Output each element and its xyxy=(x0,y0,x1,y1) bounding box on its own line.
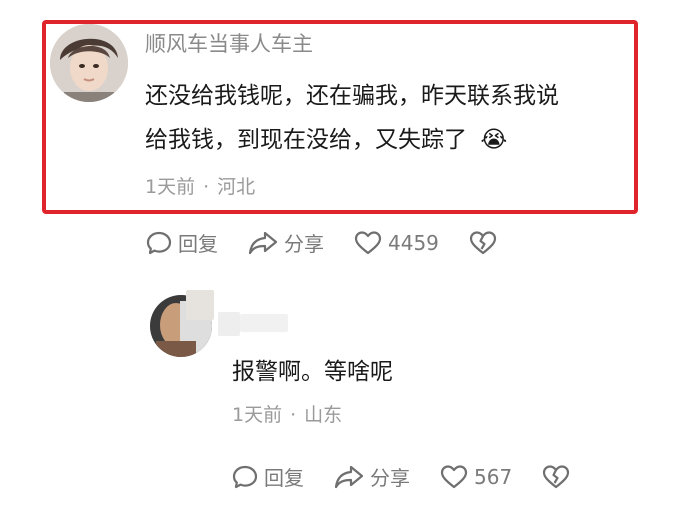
username[interactable]: 顺风车当事人车主 xyxy=(145,28,313,58)
reply-button[interactable]: 回复 xyxy=(146,228,218,257)
meta-separator: · xyxy=(290,404,297,426)
share-label: 分享 xyxy=(284,232,324,256)
like-button[interactable]: 4459 xyxy=(354,230,439,256)
share-button[interactable]: 分享 xyxy=(248,228,324,257)
dislike-button[interactable] xyxy=(469,230,503,256)
meta-separator: · xyxy=(203,176,210,198)
share-icon xyxy=(248,231,278,254)
share-icon xyxy=(334,465,364,488)
action-bar: 回复 分享 4459 xyxy=(146,228,533,257)
heart-icon xyxy=(440,464,468,488)
dislike-button[interactable] xyxy=(542,464,576,490)
broken-heart-icon xyxy=(543,464,570,488)
comment-text-line: 给我钱，到现在没给，又失踪了 😭 xyxy=(145,118,625,162)
like-button[interactable]: 567 xyxy=(440,464,512,490)
blurred-username xyxy=(240,314,288,332)
reply-label: 回复 xyxy=(264,466,304,490)
comment-text-line: 还没给我钱呢，还在骗我，昨天联系我说 xyxy=(145,83,559,109)
share-label: 分享 xyxy=(370,466,410,490)
heart-icon xyxy=(354,230,382,254)
location: 山东 xyxy=(304,404,343,426)
broken-heart-icon xyxy=(469,230,497,254)
comment-text-fragment: 给我钱，到现在没给，又失踪了 xyxy=(145,127,467,153)
blurred-username xyxy=(218,312,240,336)
timestamp: 1天前 xyxy=(145,176,196,198)
like-count: 4459 xyxy=(388,230,439,255)
comment-icon xyxy=(146,231,172,254)
blurred-username xyxy=(186,290,214,320)
action-bar: 回复 分享 567 xyxy=(232,462,606,491)
comment-meta: 1天前 · 河北 xyxy=(145,172,255,199)
comment-text: 报警啊。等啥呢 xyxy=(232,359,393,385)
reply-label: 回复 xyxy=(178,232,218,256)
share-button[interactable]: 分享 xyxy=(334,462,410,491)
reply-button[interactable]: 回复 xyxy=(232,462,304,491)
avatar[interactable] xyxy=(50,24,128,102)
like-count: 567 xyxy=(474,464,513,489)
comment-meta: 1天前 · 山东 xyxy=(232,400,342,427)
timestamp: 1天前 xyxy=(232,404,283,426)
comment-text: 还没给我钱呢，还在骗我，昨天联系我说 给我钱，到现在没给，又失踪了 😭 xyxy=(145,74,625,162)
location: 河北 xyxy=(217,176,256,198)
comment-icon xyxy=(232,465,258,488)
crying-emoji: 😭 xyxy=(480,127,508,153)
